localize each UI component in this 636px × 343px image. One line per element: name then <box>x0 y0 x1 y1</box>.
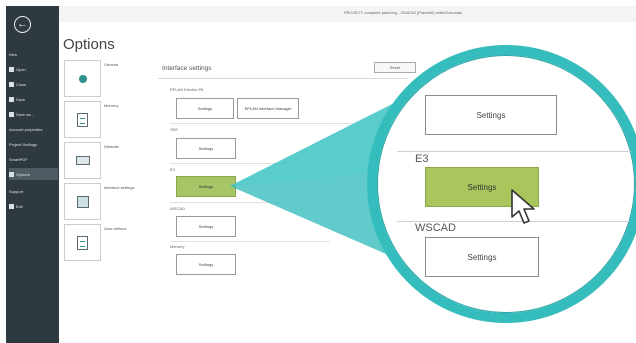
sidebar-item-label: Close <box>16 81 27 87</box>
document-icon <box>77 112 88 127</box>
options-nav-memory[interactable] <box>64 101 101 138</box>
backstage-sidebar: ← New Open Close Save Save as... Account… <box>6 6 59 343</box>
sidebar-item-label: Save <box>16 96 26 102</box>
sidebar-item-label: Exit <box>16 203 23 209</box>
zoomed-e3-label: E3 <box>415 153 429 165</box>
options-nav-label: Interface settings <box>104 185 135 190</box>
divider <box>170 202 280 203</box>
divider <box>397 151 635 152</box>
magnifier-lens: Settings E3 Settings WSCAD Settings <box>367 45 636 323</box>
options-nav-label: General <box>104 62 119 67</box>
wscad-settings-button[interactable]: Settings <box>176 216 236 237</box>
keyboard-icon <box>75 156 90 165</box>
sidebar-item-open[interactable]: Open <box>9 63 58 75</box>
sidebar-item-save-as[interactable]: Save as... <box>9 108 58 120</box>
group-label-memory: Memory <box>170 244 185 249</box>
divider <box>170 241 330 242</box>
panel-title: Interface settings <box>162 65 212 72</box>
page-title: Options <box>63 36 115 53</box>
group-label-e3: E3 <box>170 167 175 172</box>
title-bar: PROJECT: complete planning - 2016/3/2 [P… <box>59 6 636 22</box>
group-label-eplan: EPLAN Electric P8 <box>170 87 204 92</box>
e3-settings-button[interactable]: Settings <box>176 176 236 197</box>
page-icon <box>77 235 88 250</box>
database-icon <box>76 195 89 208</box>
eplan-settings-button[interactable]: Settings <box>176 98 234 119</box>
sidebar-item-account-properties[interactable]: Account properties <box>9 123 58 135</box>
group-label-see: SEE <box>170 127 179 132</box>
sidebar-item-label: Support <box>9 188 24 194</box>
save-icon <box>9 96 14 102</box>
sidebar-item-label: Project Settings <box>9 141 38 147</box>
sidebar-item-label: SmartPDF <box>9 156 28 162</box>
window-title: PROJECT: complete planning - 2016/3/2 [P… <box>344 10 463 15</box>
sidebar-item-project-settings[interactable]: Project Settings <box>9 138 58 150</box>
sidebar-item-save[interactable]: Save <box>9 93 58 105</box>
options-nav-user-defines[interactable] <box>64 224 101 261</box>
gear-icon <box>78 74 87 83</box>
back-arrow-icon[interactable]: ← <box>14 16 31 33</box>
options-nav-general[interactable] <box>64 60 101 97</box>
divider <box>170 163 330 164</box>
divider <box>158 78 408 79</box>
eplan-interface-manager-button[interactable]: EPLAN Interface Manager <box>237 98 299 119</box>
memory-settings-button[interactable]: Settings <box>176 254 236 275</box>
zoomed-wscad-label: WSCAD <box>415 222 456 234</box>
sidebar-item-label: Save as... <box>16 111 34 117</box>
options-nav-interface-settings[interactable] <box>64 183 101 220</box>
sidebar-item-label: New <box>9 51 18 57</box>
zoomed-wscad-settings-button[interactable]: Settings <box>425 237 539 277</box>
sidebar-item-exit[interactable]: Exit <box>9 200 58 212</box>
sidebar-item-support[interactable]: Support <box>9 185 58 197</box>
close-file-icon <box>9 81 14 87</box>
sidebar-item-label: Options <box>16 171 30 177</box>
save-as-icon <box>9 111 14 117</box>
exit-icon <box>9 203 14 209</box>
sidebar-item-new[interactable]: New <box>9 48 58 60</box>
group-label-wscad: WSCAD <box>170 206 185 211</box>
sidebar-item-options[interactable]: Options <box>9 168 58 180</box>
open-folder-icon <box>9 66 14 72</box>
options-nav-label: User defines <box>104 226 127 231</box>
zoomed-settings-button[interactable]: Settings <box>425 95 557 135</box>
mouse-pointer-icon <box>511 189 535 224</box>
see-settings-button[interactable]: Settings <box>176 138 236 159</box>
divider <box>170 123 390 124</box>
sidebar-item-smartpdf[interactable]: SmartPDF <box>9 153 58 165</box>
options-nav-label: Memory <box>104 103 119 108</box>
sidebar-item-close[interactable]: Close <box>9 78 58 90</box>
sidebar-item-label: Open <box>16 66 26 72</box>
sidebar-item-label: Account properties <box>9 126 43 132</box>
options-nav-defaults[interactable] <box>64 142 101 179</box>
options-nav-label: Defaults <box>104 144 119 149</box>
options-icon <box>9 171 14 177</box>
